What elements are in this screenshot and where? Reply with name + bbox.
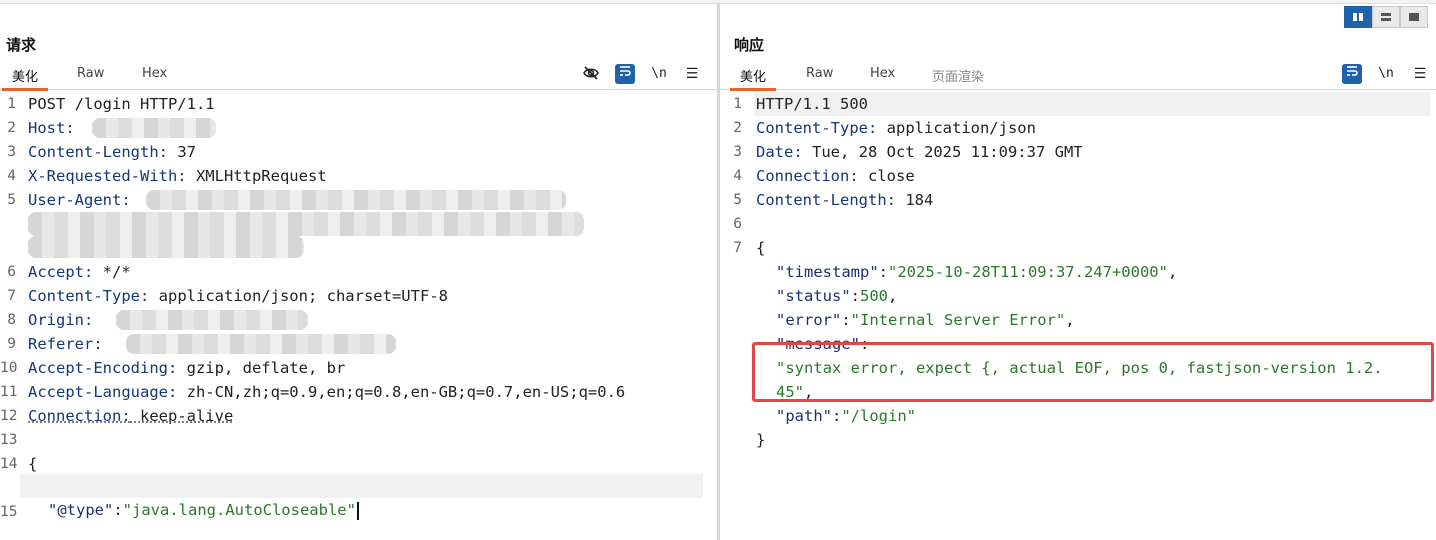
eye-off-icon[interactable] — [582, 64, 600, 84]
json-line: "timestamp":"2025-10-28T11:09:37.247+000… — [776, 263, 1178, 281]
request-panel: 请求 美化 Raw Hex \n ☰ 1 POST /login HTTP/1.1… — [0, 4, 717, 540]
tab-raw[interactable]: Raw — [806, 66, 833, 90]
code-line: 7{ — [733, 239, 766, 257]
request-tabs: 美化 Raw Hex \n ☰ — [0, 62, 717, 91]
code-line: 6 Accept: */* — [7, 263, 131, 281]
code-line: 5 Content-Length: 184 — [733, 191, 934, 209]
code-line: 3 Content-Length: 37 — [7, 143, 196, 161]
code-line: 4 Connection: close — [733, 167, 915, 185]
menu-icon[interactable]: ☰ — [684, 64, 700, 84]
code-line: 2 Content-Type: application/json — [733, 119, 1036, 137]
code-line: 14{ — [0, 455, 38, 473]
split-columns-icon[interactable] — [1344, 6, 1372, 28]
json-line: "path":"/login" — [776, 407, 916, 425]
wrap-lines-icon[interactable] — [615, 64, 635, 84]
response-title: 响应 — [734, 36, 765, 54]
split-rows-icon[interactable] — [1372, 6, 1400, 28]
layout-switcher — [1344, 6, 1428, 28]
redacted-origin — [116, 310, 308, 330]
menu-icon[interactable]: ☰ — [1412, 64, 1428, 84]
tab-hex[interactable]: Hex — [870, 66, 895, 90]
redacted-referer — [126, 334, 396, 354]
newline-toggle[interactable]: \n — [650, 64, 668, 84]
json-line: "status":500, — [776, 287, 898, 305]
code-line: 12 Connection: keep-alive — [0, 407, 234, 425]
redacted-user-agent-2 — [28, 212, 584, 236]
json-line: } — [756, 431, 766, 449]
error-message-highlight — [752, 342, 1434, 402]
code-line: 1 POST /login HTTP/1.1 — [7, 95, 215, 113]
code-line: 8 Origin: — [7, 311, 94, 329]
redacted-user-agent-3 — [28, 236, 304, 258]
code-line: 3 Date: Tue, 28 Oct 2025 11:09:37 GMT — [733, 143, 1083, 161]
code-line: 13 — [0, 432, 18, 448]
redacted-user-agent — [146, 190, 566, 210]
response-tabs: 美化 Raw Hex 页面渲染 \n ☰ — [720, 62, 1436, 91]
single-pane-icon[interactable] — [1400, 6, 1428, 28]
code-line: 4 X-Requested-With: XMLHttpRequest — [7, 167, 327, 185]
json-line: "error":"Internal Server Error", — [776, 311, 1075, 329]
code-line: 6 — [733, 216, 742, 232]
tab-hex[interactable]: Hex — [142, 66, 167, 90]
redacted-host — [92, 118, 216, 138]
tab-raw[interactable]: Raw — [77, 66, 104, 90]
request-title: 请求 — [6, 36, 37, 54]
code-line: 11 Accept-Language: zh-CN,zh;q=0.9,en;q=0… — [0, 383, 626, 401]
tab-pretty[interactable]: 美化 — [1, 66, 49, 91]
wrap-lines-icon[interactable] — [1342, 64, 1362, 84]
code-line: 10 Accept-Encoding: gzip, deflate, br — [0, 359, 346, 377]
newline-toggle[interactable]: \n — [1377, 64, 1395, 84]
code-line: 1 HTTP/1.1 500 — [733, 95, 868, 113]
tab-pretty[interactable]: 美化 — [729, 66, 777, 91]
code-line: 7 Content-Type: application/json; charset… — [7, 287, 448, 305]
tab-render[interactable]: 页面渲染 — [932, 66, 984, 90]
response-panel: 响应 美化 Raw Hex 页面渲染 \n ☰ 1 HTTP/1.1 500 2C… — [720, 4, 1436, 540]
current-line: "@type":"java.lang.AutoCloseable" — [20, 474, 703, 520]
code-line: 15 — [0, 504, 18, 520]
